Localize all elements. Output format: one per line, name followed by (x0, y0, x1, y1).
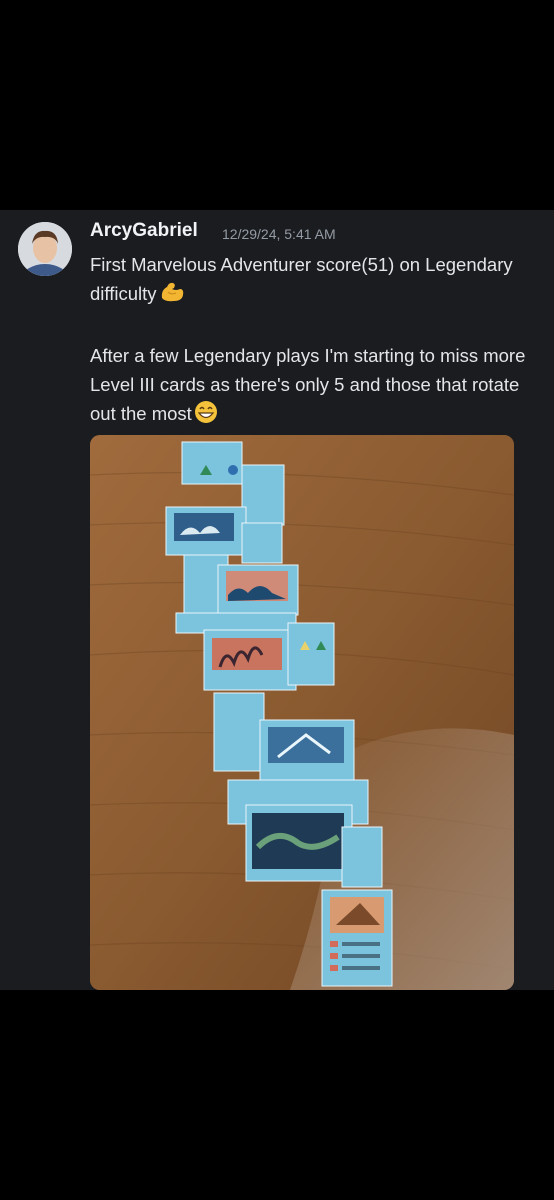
grinning-face-emoji (194, 400, 218, 432)
message-line: First Marvelous Adventurer score(51) on … (90, 250, 540, 312)
chat-message: ArcyGabriel 12/29/24, 5:41 AM First Marv… (0, 210, 554, 990)
game-card (203, 622, 335, 691)
board-game-photo (90, 435, 514, 990)
game-card (175, 554, 299, 634)
message-line: After a few Legendary plays I'm starting… (90, 341, 540, 432)
message-timestamp: 12/29/24, 5:41 AM (222, 226, 336, 242)
game-card (321, 889, 393, 987)
game-card (227, 779, 383, 888)
avatar-photo (18, 222, 72, 276)
username[interactable]: ArcyGabriel (90, 220, 198, 242)
flexed-biceps-emoji (159, 280, 185, 312)
message-text: First Marvelous Adventurer score(51) on … (90, 254, 513, 304)
image-attachment[interactable] (90, 435, 514, 990)
user-avatar[interactable] (18, 222, 72, 276)
message-content: First Marvelous Adventurer score(51) on … (90, 250, 540, 432)
message-text: After a few Legendary plays I'm starting… (90, 345, 526, 424)
